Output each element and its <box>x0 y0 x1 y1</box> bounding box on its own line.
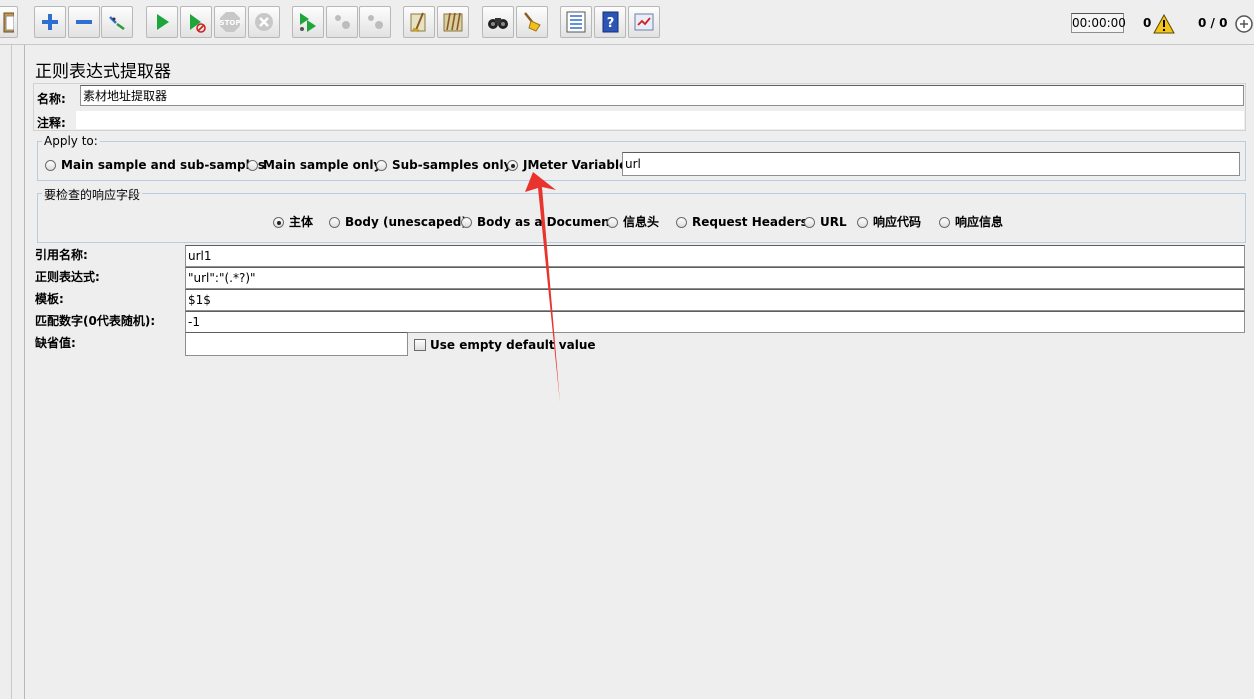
log-viewer-icon <box>634 13 654 31</box>
match-no-input[interactable]: -1 <box>185 311 1245 333</box>
add-icon <box>42 14 58 30</box>
search-icon <box>488 18 508 29</box>
apply-main-and-sub-radio[interactable]: Main sample and sub-samples <box>45 158 265 172</box>
regex-input[interactable]: "url":"(.*?)" <box>185 267 1245 289</box>
warning-icon <box>1153 14 1175 34</box>
field-response-code-radio[interactable]: 响应代码 <box>857 215 921 229</box>
remote-stop-button[interactable] <box>326 6 358 38</box>
apply-to-group: Apply to: Main sample and sub-samples Ma… <box>37 134 1246 181</box>
radio-selected-icon <box>273 217 284 228</box>
add-button[interactable] <box>34 6 66 38</box>
regex-label: 正则表达式: <box>35 270 100 284</box>
help-button[interactable]: ? <box>594 6 626 38</box>
reset-search-button[interactable] <box>516 6 548 38</box>
comment-input[interactable] <box>76 111 1244 129</box>
tree-expand-icon[interactable] <box>1234 14 1254 34</box>
radio-icon <box>939 217 950 228</box>
shutdown-button[interactable] <box>248 6 280 38</box>
remove-icon <box>76 20 92 24</box>
remote-shutdown-icon <box>368 15 383 29</box>
apply-to-legend: Apply to: <box>42 134 100 148</box>
name-input[interactable]: 素材地址提取器 <box>80 85 1244 106</box>
radio-icon <box>461 217 472 228</box>
template-label: 模板: <box>35 292 64 306</box>
radio-icon <box>376 160 387 171</box>
search-button[interactable] <box>482 6 514 38</box>
toolbar: STOP ? 00:00:00 0 0 / 0 <box>0 0 1254 45</box>
toggle-button[interactable] <box>101 6 133 38</box>
match-no-label: 匹配数字(0代表随机): <box>35 314 156 328</box>
field-request-headers-radio[interactable]: Request Headers <box>676 215 808 229</box>
remote-stop-icon <box>335 15 350 29</box>
radio-icon <box>804 217 815 228</box>
help-icon: ? <box>602 11 619 33</box>
radio-icon <box>607 217 618 228</box>
default-value-label: 缺省值: <box>35 336 76 350</box>
radio-icon <box>45 160 56 171</box>
name-label: 名称: <box>37 92 66 106</box>
svg-text:STOP: STOP <box>220 19 241 27</box>
test-plan-tree-collapsed <box>0 45 25 699</box>
toggle-icon <box>109 16 125 31</box>
field-headers-radio[interactable]: 信息头 <box>607 215 659 229</box>
clear-icon <box>410 12 426 33</box>
clear-button[interactable] <box>403 6 435 38</box>
shutdown-icon <box>255 13 273 31</box>
warning-count: 0 <box>1143 16 1152 30</box>
function-helper-icon <box>566 11 586 33</box>
active-thread-count: 0 / 0 <box>1198 16 1228 30</box>
field-url-radio[interactable]: URL <box>804 215 847 229</box>
regex-extractor-panel: 正则表达式提取器 名称: 素材地址提取器 注释: Apply to: Main … <box>25 45 1254 699</box>
remote-start-icon <box>300 13 316 32</box>
start-button[interactable] <box>146 6 178 38</box>
svg-text:?: ? <box>607 16 615 31</box>
clear-all-button[interactable] <box>437 6 469 38</box>
radio-icon <box>676 217 687 228</box>
clear-all-icon <box>443 12 463 32</box>
reset-search-icon <box>524 12 541 32</box>
empty-default-checkbox[interactable] <box>414 339 426 351</box>
ref-name-label: 引用名称: <box>35 248 88 262</box>
remove-button[interactable] <box>68 6 100 38</box>
field-to-check-legend: 要检查的响应字段 <box>42 186 143 203</box>
clipboard-button[interactable] <box>0 6 18 38</box>
start-no-pauses-button[interactable] <box>180 6 212 38</box>
radio-icon <box>329 217 340 228</box>
field-body-as-document-radio[interactable]: Body as a Document <box>461 215 615 229</box>
apply-sub-only-radio[interactable]: Sub-samples only <box>376 158 511 172</box>
start-icon <box>157 14 169 30</box>
apply-jmeter-variable-radio[interactable]: JMeter Variable <box>507 158 627 172</box>
comment-label: 注释: <box>37 116 66 130</box>
function-helper-button[interactable] <box>560 6 592 38</box>
stop-button[interactable]: STOP <box>214 6 246 38</box>
radio-icon <box>247 160 258 171</box>
field-response-message-radio[interactable]: 响应信息 <box>939 215 1003 229</box>
empty-default-label: Use empty default value <box>430 338 596 352</box>
elapsed-timer: 00:00:00 <box>1071 13 1126 33</box>
remote-start-button[interactable] <box>292 6 324 38</box>
log-viewer-button[interactable] <box>628 6 660 38</box>
splitter-line[interactable] <box>11 45 12 699</box>
field-body-radio[interactable]: 主体 <box>273 215 313 229</box>
radio-selected-icon <box>507 160 518 171</box>
template-input[interactable]: $1$ <box>185 289 1245 311</box>
jmeter-variable-input[interactable]: url <box>622 152 1240 176</box>
default-value-input[interactable] <box>185 332 408 356</box>
ref-name-input[interactable]: url1 <box>185 245 1245 267</box>
stop-icon: STOP <box>220 12 241 32</box>
remote-shutdown-button[interactable] <box>359 6 391 38</box>
page-title: 正则表达式提取器 <box>35 62 171 82</box>
start-no-pauses-icon <box>190 14 206 33</box>
field-body-unescaped-radio[interactable]: Body (unescaped) <box>329 215 467 229</box>
radio-icon <box>857 217 868 228</box>
field-to-check-group: 要检查的响应字段 主体 Body (unescaped) Body as a D… <box>37 186 1246 243</box>
apply-main-only-radio[interactable]: Main sample only <box>247 158 381 172</box>
clipboard-icon <box>3 12 14 33</box>
